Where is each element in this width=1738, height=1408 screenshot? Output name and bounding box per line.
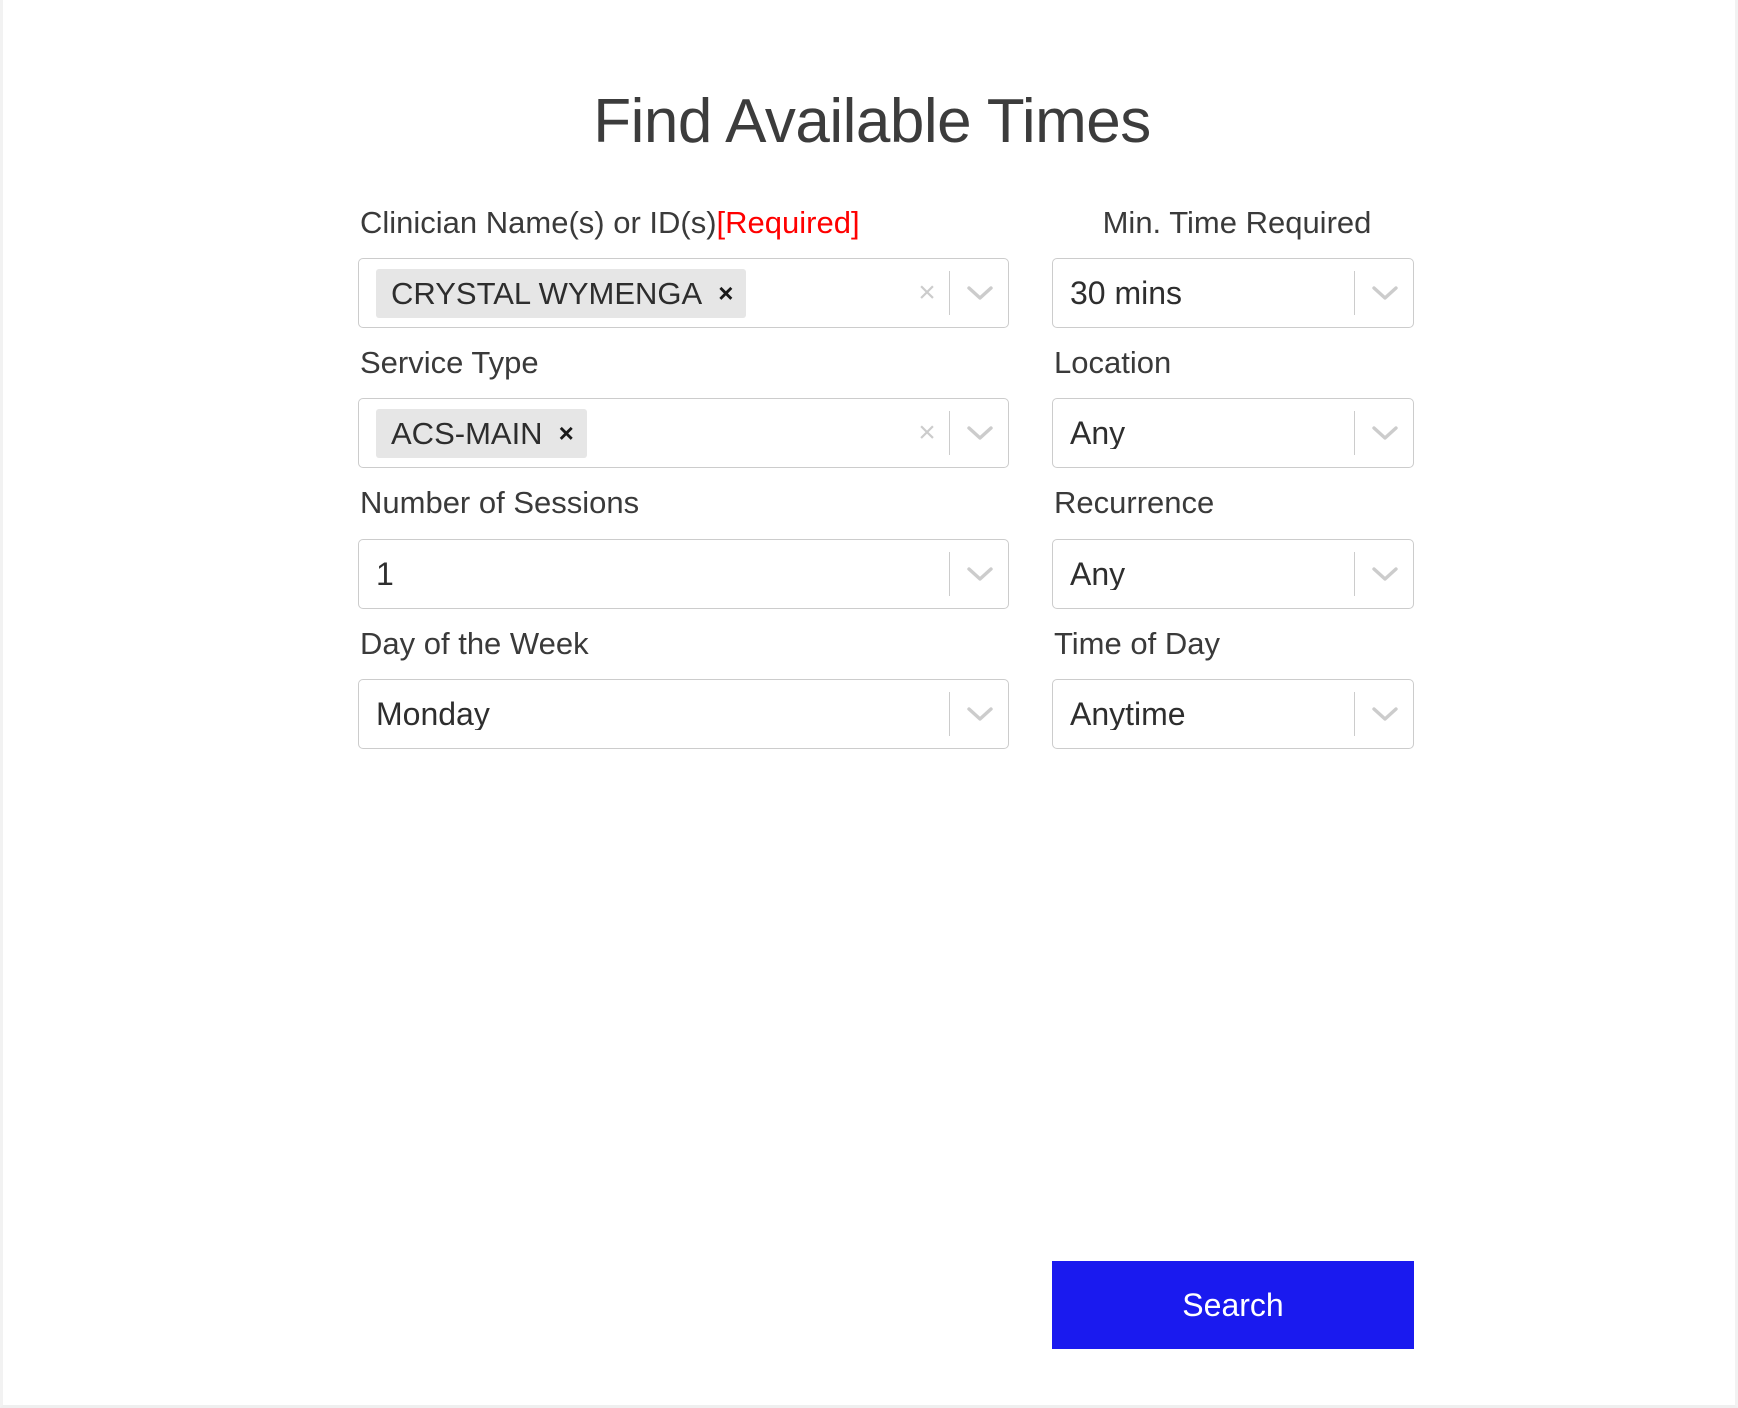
day-of-week-label: Day of the Week (360, 625, 589, 661)
time-of-day-label: Time of Day (1054, 625, 1220, 661)
location-label: Location (1054, 345, 1172, 381)
recurrence-separator (1354, 551, 1355, 596)
day-of-week-chevron-down-icon[interactable] (952, 704, 1008, 724)
number-of-sessions-label: Number of Sessions (360, 485, 640, 521)
time-of-day-separator (1354, 691, 1355, 736)
recurrence-value: Any (1070, 557, 1126, 590)
service-type-label: Service Type (360, 345, 539, 381)
recurrence-select[interactable]: Any (1052, 538, 1414, 609)
time-of-day-chevron-down-icon[interactable] (1357, 704, 1413, 724)
clinician-required-marker: [Required] (716, 205, 860, 240)
clinician-chip-label: CRYSTAL WYMENGA (391, 275, 703, 311)
number-of-sessions-chevron-down-icon[interactable] (952, 564, 1008, 584)
clinician-chip-remove-icon[interactable]: × (718, 280, 733, 306)
location-indicators (1352, 399, 1413, 467)
clinician-clear-icon[interactable]: × (907, 278, 947, 308)
field-service-type: Service Type ACS-MAIN × × (358, 338, 1023, 469)
field-location: Location Any (1052, 338, 1420, 469)
recurrence-chevron-down-icon[interactable] (1357, 564, 1413, 584)
field-number-of-sessions: Number of Sessions 1 (358, 478, 1023, 609)
clinician-label: Clinician Name(s) or ID(s)[Required] (358, 198, 1023, 248)
search-button[interactable]: Search (1052, 1261, 1414, 1349)
clinician-label-text: Clinician Name(s) or ID(s) (360, 205, 717, 240)
min-time-required-value: 30 mins (1070, 277, 1183, 310)
time-of-day-indicators (1352, 680, 1413, 748)
service-type-indicators: × (907, 399, 1008, 467)
service-type-chip-label: ACS-MAIN (391, 415, 543, 451)
day-of-week-indicators (947, 680, 1008, 748)
field-day-of-week: Day of the Week Monday (358, 619, 1023, 749)
min-time-required-chevron-down-icon[interactable] (1357, 283, 1413, 303)
location-value: Any (1070, 417, 1126, 450)
number-of-sessions-value: 1 (376, 557, 394, 590)
field-time-of-day: Time of Day Anytime (1052, 619, 1420, 749)
page-title: Find Available Times (593, 87, 1151, 156)
clinician-separator (949, 271, 950, 316)
service-type-chip: ACS-MAIN × (376, 408, 587, 458)
field-recurrence: Recurrence Any (1052, 478, 1420, 609)
day-of-week-separator (949, 691, 950, 736)
clinician-multiselect[interactable]: CRYSTAL WYMENGA × × (358, 258, 1009, 329)
min-time-required-separator (1354, 271, 1355, 316)
field-min-time-required: Min. Time Required 30 mins (1052, 198, 1420, 329)
location-select[interactable]: Any (1052, 398, 1414, 469)
min-time-required-indicators (1352, 259, 1413, 327)
clinician-chip: CRYSTAL WYMENGA × (376, 268, 747, 318)
service-type-separator (949, 411, 950, 456)
find-available-times-page: Find Available Times Clinician Name(s) o… (0, 0, 1738, 1408)
day-of-week-value: Monday (376, 697, 490, 730)
min-time-required-label: Min. Time Required (1102, 205, 1372, 240)
number-of-sessions-separator (949, 551, 950, 596)
service-type-multiselect[interactable]: ACS-MAIN × × (358, 398, 1009, 469)
clinician-chevron-down-icon[interactable] (952, 283, 1008, 303)
left-column: Clinician Name(s) or ID(s)[Required] CRY… (358, 198, 1023, 759)
location-chevron-down-icon[interactable] (1357, 423, 1413, 443)
time-of-day-select[interactable]: Anytime (1052, 678, 1414, 749)
service-type-chip-remove-icon[interactable]: × (559, 420, 574, 446)
service-type-clear-icon[interactable]: × (907, 418, 947, 448)
right-column: Min. Time Required 30 mins Location Any (1052, 198, 1420, 759)
number-of-sessions-select[interactable]: 1 (358, 538, 1009, 609)
recurrence-indicators (1352, 540, 1413, 608)
day-of-week-select[interactable]: Monday (358, 678, 1009, 749)
time-of-day-value: Anytime (1070, 697, 1186, 730)
field-clinician: Clinician Name(s) or ID(s)[Required] CRY… (358, 198, 1023, 329)
number-of-sessions-indicators (947, 540, 1008, 608)
clinician-indicators: × (907, 259, 1008, 327)
location-separator (1354, 411, 1355, 456)
recurrence-label: Recurrence (1054, 485, 1215, 521)
service-type-chevron-down-icon[interactable] (952, 423, 1008, 443)
min-time-required-select[interactable]: 30 mins (1052, 258, 1414, 329)
